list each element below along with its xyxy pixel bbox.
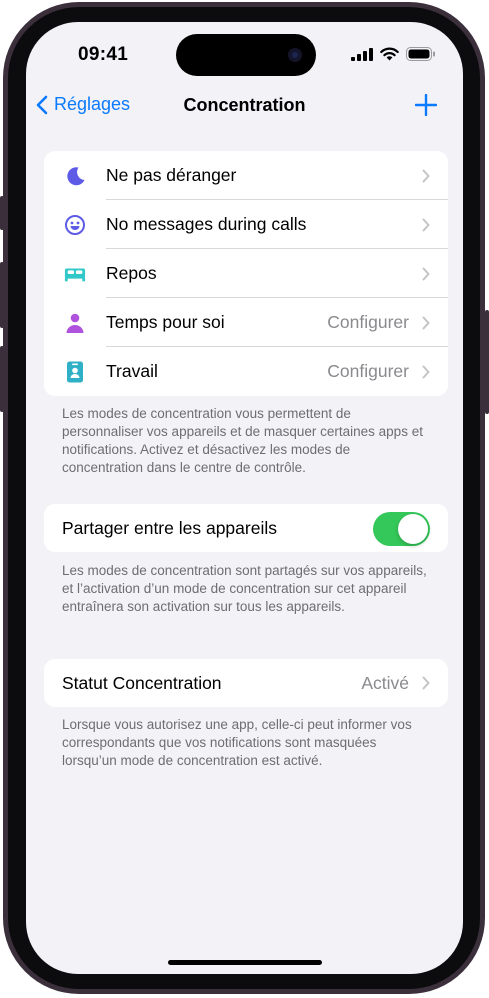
focus-item-temps-pour-soi[interactable]: Temps pour soi Configurer xyxy=(44,298,448,347)
share-section: Partager entre les appareils xyxy=(44,504,448,552)
screen: 09:41 Réglages Concentration Ne pas déra… xyxy=(26,22,463,974)
bed-icon xyxy=(64,263,86,285)
focus-item-repos[interactable]: Repos xyxy=(44,249,448,298)
volume-down-button xyxy=(0,346,4,412)
chevron-right-icon xyxy=(422,267,430,281)
chevron-right-icon xyxy=(422,676,430,690)
volume-up-button xyxy=(0,262,4,328)
focus-item-no-messages[interactable]: No messages during calls xyxy=(44,200,448,249)
page-title: Concentration xyxy=(183,95,306,115)
signal-icon xyxy=(351,47,373,61)
focus-modes-list: Ne pas déranger No messages during calls xyxy=(44,151,448,396)
share-description: Les modes de concentration sont partagés… xyxy=(62,563,427,614)
camera-icon xyxy=(288,48,302,62)
action-button xyxy=(0,196,4,230)
focus-description: Les modes de concentration vous permette… xyxy=(62,406,423,475)
navigation-bar: Réglages Concentration xyxy=(26,92,463,122)
status-description: Lorsque vous autorisez une app, celle-ci… xyxy=(62,717,412,768)
focus-item-value: Configurer xyxy=(327,312,409,332)
status-time: 09:41 xyxy=(78,44,129,65)
status-value: Activé xyxy=(361,673,409,693)
share-across-devices-row: Partager entre les appareils xyxy=(44,504,448,552)
badge-icon xyxy=(64,361,86,383)
focus-item-travail[interactable]: Travail Configurer xyxy=(44,347,448,396)
focus-item-value: Configurer xyxy=(327,361,409,381)
focus-status-row[interactable]: Statut Concentration Activé xyxy=(44,659,448,707)
focus-item-ne-pas-deranger[interactable]: Ne pas déranger xyxy=(44,151,448,200)
add-icon[interactable] xyxy=(415,94,437,116)
focus-item-label: Ne pas déranger xyxy=(106,165,237,185)
battery-icon xyxy=(406,47,435,61)
home-indicator[interactable] xyxy=(168,960,322,965)
chevron-right-icon xyxy=(422,218,430,232)
chevron-right-icon xyxy=(422,316,430,330)
focus-item-label: Temps pour soi xyxy=(106,312,225,332)
power-button xyxy=(485,310,489,414)
focus-item-label: Repos xyxy=(106,263,157,283)
wifi-icon xyxy=(380,47,399,61)
focus-item-label: Travail xyxy=(106,361,158,381)
smiley-icon xyxy=(64,214,86,236)
share-toggle[interactable] xyxy=(373,512,430,546)
toggle-knob xyxy=(398,514,428,544)
person-icon xyxy=(64,312,86,334)
status-icons xyxy=(351,47,435,61)
status-label: Statut Concentration xyxy=(62,673,222,693)
chevron-right-icon xyxy=(422,169,430,183)
chevron-right-icon xyxy=(422,365,430,379)
status-section: Statut Concentration Activé xyxy=(44,659,448,707)
moon-icon xyxy=(64,165,86,187)
focus-item-label: No messages during calls xyxy=(106,214,307,234)
dynamic-island xyxy=(176,34,316,76)
share-label: Partager entre les appareils xyxy=(62,518,277,538)
